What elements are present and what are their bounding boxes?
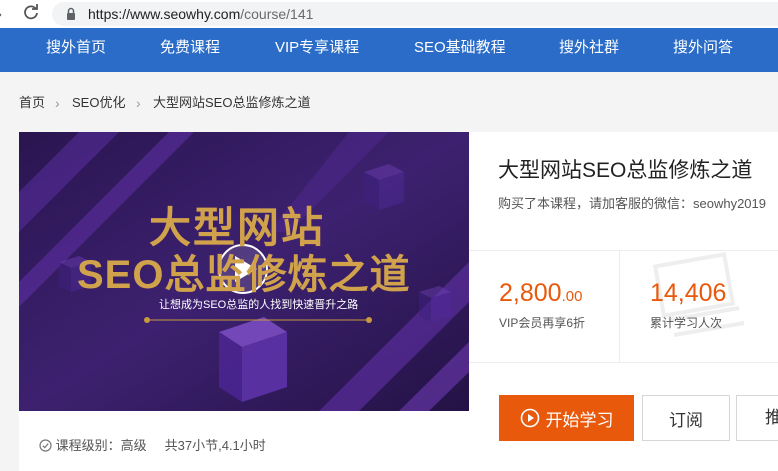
course-level: 课程级别：高级 — [55, 438, 147, 453]
course-purchase-note: 购买了本课程，请加客服的微信：seowhy2019 — [498, 196, 766, 211]
back-arrow-icon[interactable]: › — [0, 4, 12, 24]
main-nav: 搜外首页 免费课程 VIP专享课程 SEO基础教程 搜外社群 搜外问答 — [0, 28, 778, 72]
subscribe-label: 订阅 — [669, 410, 703, 430]
lock-icon — [67, 7, 75, 20]
learners-count: 14,406 — [650, 279, 727, 307]
divider — [619, 250, 620, 362]
url-host: https://www.seowhy.com — [88, 6, 241, 22]
url-path: /course/141 — [240, 6, 314, 22]
nav-item-community[interactable]: 搜外社群 — [559, 28, 619, 72]
course-level-row: 课程级别：高级 共37小节,4.1小时 — [39, 435, 266, 454]
play-circle-icon — [520, 408, 539, 428]
learners-caption: 累计学习人次 — [650, 316, 723, 330]
check-circle-icon — [39, 439, 52, 452]
reload-icon[interactable] — [22, 3, 40, 23]
chevron-right-icon: › — [136, 95, 141, 111]
nav-item-home[interactable]: 搜外首页 — [46, 28, 106, 72]
course-meta: 课程级别：高级 共37小节,4.1小时 — [19, 411, 469, 471]
banner-title-line2: SEO总监修炼之道 — [77, 253, 411, 297]
price-integer: 2,800 — [499, 279, 562, 307]
breadcrumb-home[interactable]: 首页 — [19, 94, 45, 112]
url-text: https://www.seowhy.com/course/141 — [88, 5, 313, 23]
breadcrumb-category[interactable]: SEO优化 — [72, 94, 125, 112]
breadcrumb-current: 大型网站SEO总监修炼之道 — [153, 95, 311, 110]
recommend-label: 推荐 — [765, 408, 778, 440]
nav-item-qa[interactable]: 搜外问答 — [673, 28, 733, 72]
price-decimal: .00 — [561, 288, 583, 305]
course-sections: 共37小节,4.1小时 — [164, 438, 266, 453]
banner-tagline: 让想成为SEO总监的人找到快速晋升之路 — [159, 299, 359, 311]
course-banner[interactable]: 大型网站 SEO总监修炼之道 让想成为SEO总监的人找到快速晋升之路 — [19, 132, 469, 411]
browser-toolbar: › https://www.seowhy.com/course/141 — [0, 0, 778, 29]
start-learning-label: 开始学习 — [545, 410, 614, 430]
course-title: 大型网站SEO总监修炼之道 — [498, 159, 753, 182]
price-caption: VIP会员再享6折 — [499, 316, 586, 330]
subscribe-button[interactable]: 订阅 — [642, 395, 730, 441]
nav-item-free-courses[interactable]: 免费课程 — [160, 28, 220, 72]
address-bar[interactable]: https://www.seowhy.com/course/141 — [52, 2, 778, 26]
course-info-panel: 大型网站SEO总监修炼之道 购买了本课程，请加客服的微信：seowhy2019 … — [469, 132, 778, 471]
nav-item-vip-courses[interactable]: VIP专享课程 — [275, 28, 359, 72]
recommend-button[interactable]: 推荐 — [736, 395, 778, 441]
chevron-right-icon: › — [55, 95, 60, 111]
price-value: 2,800.00 — [499, 278, 582, 312]
start-learning-button[interactable]: 开始学习 — [499, 395, 634, 441]
nav-item-seo-basics[interactable]: SEO基础教程 — [414, 28, 506, 72]
divider — [469, 362, 778, 363]
